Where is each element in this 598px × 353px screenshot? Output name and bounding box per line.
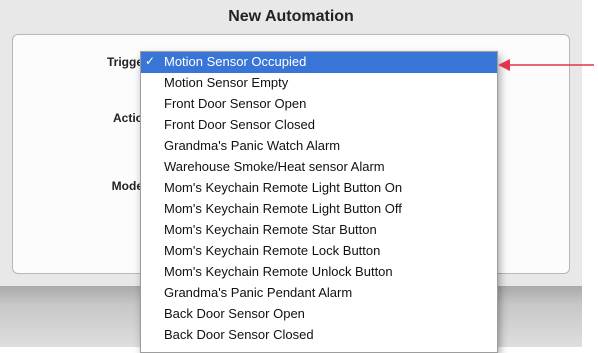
dropdown-item-label: Back Door Sensor Closed bbox=[164, 327, 314, 342]
mode-label: Mode bbox=[111, 179, 143, 193]
dropdown-item[interactable]: Mom's Keychain Remote Light Button On bbox=[141, 178, 497, 199]
dropdown-item[interactable]: Back Door Sensor Closed bbox=[141, 325, 497, 346]
dropdown-item[interactable]: Motion Sensor Empty bbox=[141, 73, 497, 94]
dropdown-item-label: Mom's Keychain Remote Light Button Off bbox=[164, 201, 402, 216]
dropdown-item-label: Back Door Sensor Open bbox=[164, 306, 305, 321]
arrow-head bbox=[498, 59, 510, 71]
dropdown-item[interactable]: Grandma's Panic Pendant Alarm bbox=[141, 283, 497, 304]
dropdown-item[interactable]: Warehouse Smoke/Heat sensor Alarm bbox=[141, 157, 497, 178]
dropdown-item-label: Mom's Keychain Remote Unlock Button bbox=[164, 264, 393, 279]
dropdown-item-label: Mom's Keychain Remote Light Button On bbox=[164, 180, 403, 195]
dropdown-item[interactable]: Mom's Keychain Remote Lock Button bbox=[141, 241, 497, 262]
dropdown-item[interactable]: Back Door Sensor Open bbox=[141, 304, 497, 325]
checkmark-icon: ✓ bbox=[145, 54, 156, 68]
dropdown-item[interactable]: Mom's Keychain Remote Unlock Button bbox=[141, 262, 497, 283]
dropdown-item-label: Mom's Keychain Remote Star Button bbox=[164, 222, 377, 237]
dropdown-item-selected[interactable]: ✓ Motion Sensor Occupied bbox=[141, 52, 497, 73]
window-title: New Automation bbox=[228, 8, 354, 25]
action-label: Actio bbox=[113, 111, 143, 125]
dropdown-item[interactable]: Grandma's Panic Watch Alarm bbox=[141, 136, 497, 157]
dropdown-item-label: Warehouse Smoke/Heat sensor Alarm bbox=[164, 159, 385, 174]
dropdown-item[interactable]: Front Door Sensor Closed bbox=[141, 115, 497, 136]
dropdown-item[interactable]: Mom's Keychain Remote Light Button Off bbox=[141, 199, 497, 220]
dropdown-item-label: Motion Sensor Empty bbox=[164, 75, 289, 90]
dropdown-item-label: Front Door Sensor Open bbox=[164, 96, 307, 111]
trigger-label: Trigge bbox=[106, 55, 143, 69]
dropdown-item-label: Grandma's Panic Pendant Alarm bbox=[164, 285, 353, 300]
dropdown-item[interactable]: Front Door Sensor Open bbox=[141, 94, 497, 115]
trigger-dropdown-menu[interactable]: ✓ Motion Sensor Occupied Motion Sensor E… bbox=[140, 51, 498, 353]
dropdown-item-label: Front Door Sensor Closed bbox=[164, 117, 316, 132]
dropdown-item[interactable]: Mom's Keychain Remote Star Button bbox=[141, 220, 497, 241]
dropdown-item-label: Mom's Keychain Remote Lock Button bbox=[164, 243, 381, 258]
red-arrow-icon bbox=[498, 59, 594, 71]
dropdown-item-label: Motion Sensor Occupied bbox=[164, 54, 307, 69]
dropdown-item-label: Grandma's Panic Watch Alarm bbox=[164, 138, 341, 153]
